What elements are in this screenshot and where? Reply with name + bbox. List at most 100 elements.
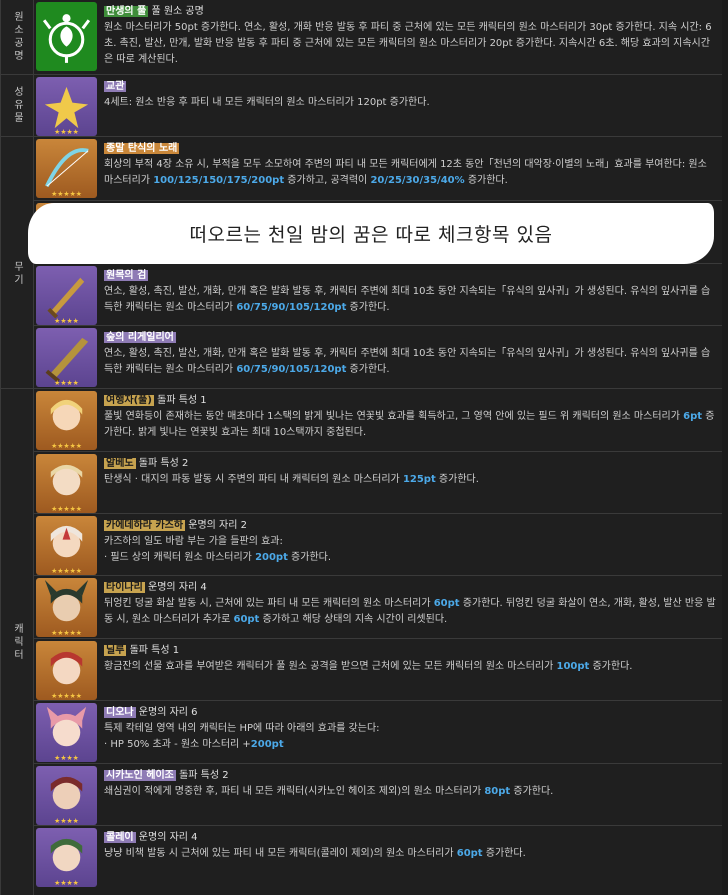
category-label: 원소공명 (11, 11, 23, 63)
row-body: 숲의 리게일리어 연소, 활성, 촉진, 발산, 개화, 만개 혹은 발화 발동… (104, 330, 719, 378)
row-body: 교관 4세트: 원소 반응 후 파티 내 모든 캐릭터의 원소 마스터리가 12… (104, 79, 719, 111)
item-desc: 증가한다. (482, 848, 526, 859)
svg-text:★★★★★: ★★★★★ (51, 692, 82, 700)
item-desc: 뒤엉킨 덩굴 화살 발동 시, 근처에 있는 파티 내 모든 캐릭터의 원소 마… (104, 598, 434, 609)
list-item: ★★★★★ 닐루 돌파 특성 1 황금잔의 선물 효과를 부여받은 캐릭터가 풀… (34, 639, 723, 701)
list-item: ★★★★★ 종말 탄식의 노래 회상의 부적 4장 소유 시, 부적을 모두 소… (34, 137, 723, 201)
item-tag: 돌파 특성 1 (126, 645, 180, 656)
item-value: 125pt (402, 474, 436, 485)
item-value: 60/75/90/105/120pt (236, 364, 347, 375)
avatar: ★★★★★ (36, 391, 97, 450)
item-desc: 증가한다. (510, 786, 554, 797)
list-item: ★★★★ 교관 4세트: 원소 반응 후 파티 내 모든 캐릭터의 원소 마스터… (34, 75, 723, 137)
item-value: 200pt (250, 739, 284, 750)
item-tag: 운명의 자리 6 (135, 707, 198, 718)
list-item: ★★★★ 디오나 운명의 자리 6 특제 칵테일 영역 내의 캐릭터는 HP에 … (34, 701, 723, 764)
item-tag: 돌파 특성 2 (175, 770, 229, 781)
item-desc: 증가한다. (464, 175, 508, 186)
item-desc: 특제 칵테일 영역 내의 캐릭터는 HP에 따라 아래의 효과를 갖는다: (104, 723, 380, 734)
item-name: 교관 (104, 81, 127, 92)
item-value: 60pt (456, 848, 483, 859)
item-value: 6pt (683, 411, 703, 422)
list-item: ★★★★ 시카노인 헤이조 돌파 특성 2 쇄심권이 적에게 명중한 후, 파티… (34, 764, 723, 826)
row-body: 닐루 돌파 특성 1 황금잔의 선물 효과를 부여받은 캐릭터가 풀 원소 공격… (104, 643, 719, 675)
row-body: 원목의 검 연소, 활성, 촉진, 발산, 개화, 만개 혹은 발화 발동 후,… (104, 268, 719, 316)
item-desc: 증가한다. (287, 552, 332, 563)
avatar: ★★★★★ (36, 516, 97, 575)
item-desc: 증가하고 해당 상태의 지속 시간이 리셋된다. (259, 614, 448, 625)
row-body: 만생의 풀 풀 원소 공명 원소 마스터리가 50pt 증가한다. 연소, 활성… (104, 4, 719, 68)
item-desc: 연소, 활성, 촉진, 발산, 개화, 만개 혹은 발화 발동 후, 캐릭터 주… (104, 348, 711, 375)
item-desc: 쇄심권이 적에게 명중한 후, 파티 내 모든 캐릭터(시카노인 헤이조 제외)… (104, 786, 485, 797)
scrollbar[interactable] (722, 0, 728, 895)
list-item: ★★★★★ 알베도 돌파 특성 2 탄생식 · 대지의 파동 발동 시 주변의 … (34, 452, 723, 514)
item-desc: 증가한다. (346, 302, 390, 313)
list-item: ★★★★★ 카에데하라 카즈하 운명의 자리 2 카즈하의 일도 바람 부는 가… (34, 514, 723, 576)
item-name: 닐루 (104, 645, 127, 656)
item-name: 시카노인 헤이조 (104, 770, 176, 781)
bow-weapon-icon: ★★★★★ (36, 139, 97, 198)
item-tag: 운명의 자리 4 (135, 832, 198, 843)
item-name: 여행자(풀) (104, 395, 154, 406)
svg-text:★★★★★: ★★★★★ (51, 442, 82, 450)
item-desc: · HP 50% 초과 - 원소 마스터리 + (104, 739, 251, 750)
item-value: 100/125/150/175/200pt (153, 175, 285, 186)
row-body: 타이나리 운명의 자리 4 뒤엉킨 덩굴 화살 발동 시, 근처에 있는 파티 … (104, 580, 719, 628)
item-desc: 풀빛 연화등이 존재하는 동안 매초마다 1스택의 밝게 빛나는 연꽃빛 효과를… (104, 411, 684, 422)
list-item: ★★★★ 콜레이 운명의 자리 4 냥냥 비책 발동 시 근처에 있는 파티 내… (34, 826, 723, 895)
avatar: ★★★★★ (36, 454, 97, 513)
item-desc: 황금잔의 선물 효과를 부여받은 캐릭터가 풀 원소 공격을 받으면 근처에 있… (104, 661, 557, 672)
item-name: 카에데하라 카즈하 (104, 520, 186, 531)
category-artifact: 성유물 (1, 75, 34, 137)
svg-text:★★★★: ★★★★ (54, 317, 79, 325)
list-item: ★★★★ 원목의 검 연소, 활성, 촉진, 발산, 개화, 만개 혹은 발화 … (34, 264, 723, 326)
item-value: 60pt (233, 614, 260, 625)
row-body: 카에데하라 카즈하 운명의 자리 2 카즈하의 일도 바람 부는 가을 들판의 … (104, 518, 719, 566)
flower-artifact-icon: ★★★★ (36, 77, 97, 136)
item-name: 만생의 풀 (104, 6, 149, 17)
svg-text:★★★★★: ★★★★★ (51, 190, 82, 198)
resonance-table: 원소공명 성유물 무기 캐릭터 만생의 풀 풀 원소 공명 원소 마스터리가 5… (0, 0, 728, 895)
row-body: 시카노인 헤이조 돌파 특성 2 쇄심권이 적에게 명중한 후, 파티 내 모든… (104, 768, 719, 800)
list-item: ★★★★★ 타이나리 운명의 자리 4 뒤엉킨 덩굴 화살 발동 시, 근처에 … (34, 576, 723, 639)
avatar: ★★★★★ (36, 641, 97, 700)
item-desc: 4세트: 원소 반응 후 파티 내 모든 캐릭터의 원소 마스터리가 120pt… (104, 97, 430, 108)
overlay-note-banner: 떠오르는 천일 밤의 꿈은 따로 체크항목 있음 (28, 203, 714, 264)
item-desc: · 필드 상의 캐릭터 원소 마스터리가 (104, 552, 256, 563)
svg-text:★★★★★: ★★★★★ (51, 629, 82, 637)
item-value: 80pt (484, 786, 511, 797)
category-weapon: 무기 (1, 137, 34, 389)
item-value: 200pt (255, 552, 288, 563)
item-name: 원목의 검 (104, 270, 149, 281)
category-character: 캐릭터 (1, 389, 34, 895)
list-item: ★★★★★ 여행자(풀) 돌파 특성 1 풀빛 연화등이 존재하는 동안 매초마… (34, 389, 723, 452)
item-name: 숲의 리게일리어 (104, 332, 176, 343)
row-body: 콜레이 운명의 자리 4 냥냥 비책 발동 시 근처에 있는 파티 내 모든 캐… (104, 830, 719, 862)
item-desc: 증가한다. (346, 364, 390, 375)
item-name: 알베도 (104, 458, 136, 469)
item-desc: 증가하고, 공격력이 (284, 175, 371, 186)
avatar: ★★★★ (36, 828, 97, 887)
category-label: 무기 (11, 261, 23, 287)
row-body: 디오나 운명의 자리 6 특제 칵테일 영역 내의 캐릭터는 HP에 따라 아래… (104, 705, 719, 753)
avatar: ★★★★ (36, 766, 97, 825)
item-desc: 냥냥 비책 발동 시 근처에 있는 파티 내 모든 캐릭터(콜레이 제외)의 원… (104, 848, 457, 859)
list-item: ★★★★ 숲의 리게일리어 연소, 활성, 촉진, 발산, 개화, 만개 혹은 … (34, 326, 723, 389)
item-tag: 운명의 자리 4 (144, 582, 207, 593)
item-tag: 풀 원소 공명 (148, 6, 204, 17)
svg-text:★★★★: ★★★★ (54, 379, 79, 387)
sword-weapon-icon: ★★★★ (36, 266, 97, 325)
category-label: 성유물 (11, 86, 23, 125)
list-item: 만생의 풀 풀 원소 공명 원소 마스터리가 50pt 증가한다. 연소, 활성… (34, 0, 723, 75)
svg-text:★★★★: ★★★★ (54, 754, 79, 762)
claymore-weapon-icon: ★★★★ (36, 328, 97, 387)
item-value: 60pt (433, 598, 460, 609)
row-body: 여행자(풀) 돌파 특성 1 풀빛 연화등이 존재하는 동안 매초마다 1스택의… (104, 393, 719, 441)
item-desc: 카즈하의 일도 바람 부는 가을 들판의 효과: (104, 536, 283, 547)
category-label: 캐릭터 (11, 622, 23, 662)
item-tag: 운명의 자리 2 (185, 520, 247, 531)
item-name: 타이나리 (104, 582, 145, 593)
item-name: 디오나 (104, 707, 136, 718)
dendro-resonance-icon (36, 2, 97, 71)
svg-text:★★★★: ★★★★ (54, 128, 79, 136)
